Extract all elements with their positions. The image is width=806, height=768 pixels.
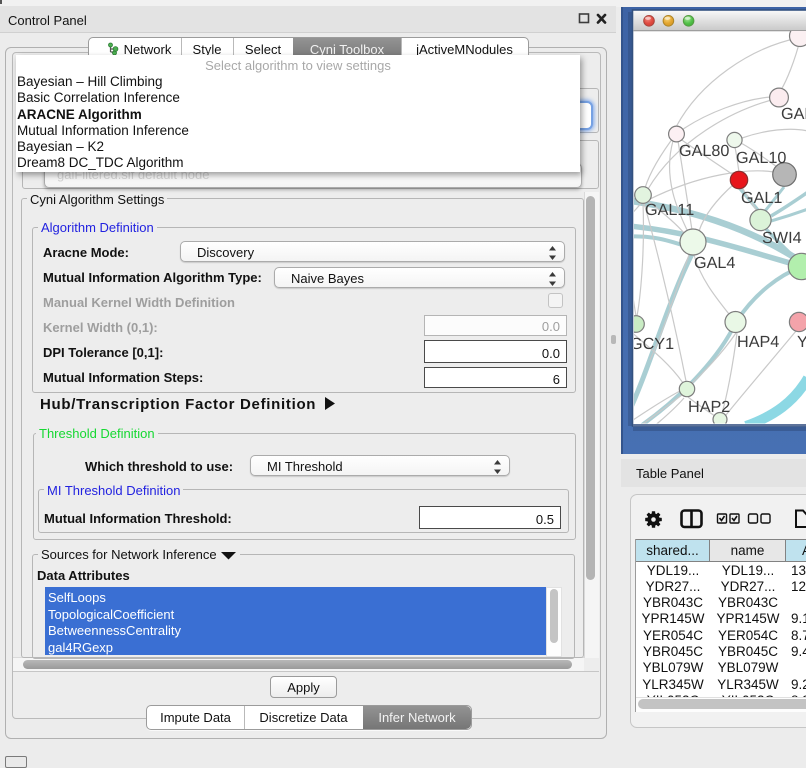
svg-text:GAL11: GAL11 bbox=[645, 201, 694, 219]
svg-text:GAL10: GAL10 bbox=[736, 149, 786, 167]
svg-text:GCY1: GCY1 bbox=[630, 335, 674, 353]
svg-text:GAL4: GAL4 bbox=[694, 254, 735, 272]
svg-text:HAP2: HAP2 bbox=[688, 398, 730, 416]
svg-text:GAL80: GAL80 bbox=[679, 142, 729, 160]
svg-text:GAL1: GAL1 bbox=[741, 189, 782, 207]
svg-text:SWI4: SWI4 bbox=[762, 229, 802, 247]
svg-text:YM: YM bbox=[797, 333, 806, 351]
svg-text:HAP4: HAP4 bbox=[737, 333, 779, 351]
svg-text:GAL7: GAL7 bbox=[781, 105, 806, 123]
